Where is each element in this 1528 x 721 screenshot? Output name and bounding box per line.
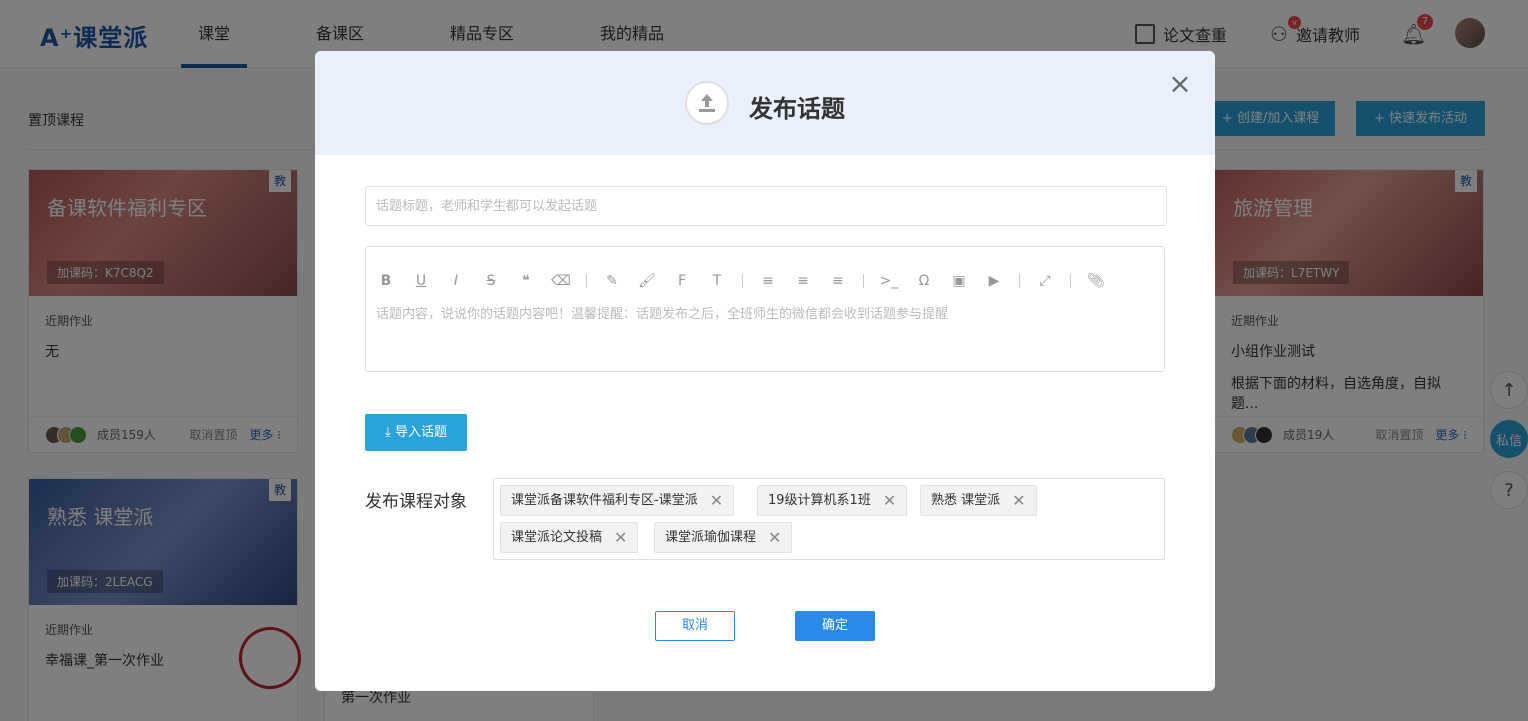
upload-icon <box>685 81 729 125</box>
chip-label: 熟悉 课堂派 <box>931 493 1001 508</box>
close-icon[interactable]: ✕ <box>883 486 896 515</box>
target-chip: 课堂派论文投稿 ✕ <box>500 522 639 553</box>
eraser-icon[interactable]: ⌫ <box>551 271 571 291</box>
chip-label: 课堂派备课软件福利专区-课堂派 <box>511 493 698 508</box>
close-icon[interactable]: ✕ <box>768 523 781 552</box>
target-chip: 课堂派瑜伽课程 ✕ <box>654 522 793 553</box>
align-left-icon[interactable]: ≡ <box>758 271 778 291</box>
target-chip: 熟悉 课堂派 ✕ <box>920 485 1037 516</box>
toolbar-separator <box>742 274 743 288</box>
image-icon[interactable]: ▣ <box>949 271 969 291</box>
quote-icon[interactable]: ❝ <box>516 271 536 291</box>
brush-icon[interactable]: 🖌︎ <box>637 271 657 291</box>
close-icon[interactable]: ✕ <box>1012 486 1025 515</box>
target-chip: 19级计算机系1班 ✕ <box>757 485 908 516</box>
publish-target-label: 发布课程对象 <box>365 492 467 512</box>
topic-title-input[interactable]: 话题标题，老师和学生都可以发起话题 <box>365 186 1167 226</box>
confirm-button[interactable]: 确定 <box>795 611 875 641</box>
align-right-icon[interactable]: ≡ <box>828 271 848 291</box>
close-icon[interactable]: ✕ <box>710 486 723 515</box>
publish-topic-modal: 发布话题 × 话题标题，老师和学生都可以发起话题 B U I S ❝ ⌫ ✎ 🖌… <box>315 51 1215 691</box>
chip-label: 课堂派瑜伽课程 <box>665 530 757 545</box>
toolbar-separator <box>1070 274 1071 288</box>
import-topic-button[interactable]: ⤓ 导入话题 <box>365 414 467 451</box>
code-icon[interactable]: >_ <box>879 271 899 291</box>
strikethrough-icon[interactable]: S <box>481 271 501 291</box>
download-icon: ⤓ <box>385 425 391 440</box>
toolbar-separator <box>586 274 587 288</box>
cancel-button[interactable]: 取消 <box>655 611 735 641</box>
editor-toolbar: B U I S ❝ ⌫ ✎ 🖌︎ F T ≡ ≡ ≡ >_ Ω ▣ ▶ ⤢ 📎︎ <box>376 271 1121 291</box>
chip-label: 课堂派论文投稿 <box>511 530 603 545</box>
topic-content-editor[interactable]: B U I S ❝ ⌫ ✎ 🖌︎ F T ≡ ≡ ≡ >_ Ω ▣ ▶ ⤢ 📎︎… <box>365 246 1165 372</box>
fullscreen-icon[interactable]: ⤢ <box>1035 271 1055 291</box>
close-icon[interactable]: ✕ <box>614 523 627 552</box>
modal-title: 发布话题 <box>749 95 845 123</box>
font-size-icon[interactable]: T <box>707 271 727 291</box>
chip-label: 19级计算机系1班 <box>768 493 871 508</box>
content-placeholder: 话题内容，说说你的话题内容吧！温馨提醒：话题发布之后，全班师生的微信都会收到话题… <box>376 307 949 322</box>
close-icon[interactable]: × <box>1165 69 1195 99</box>
target-chip: 课堂派备课软件福利专区-课堂派 ✕ <box>500 485 735 516</box>
pen-icon[interactable]: ✎ <box>602 271 622 291</box>
video-icon[interactable]: ▶ <box>984 271 1004 291</box>
publish-target-select[interactable]: 课堂派备课软件福利专区-课堂派 ✕ 19级计算机系1班 ✕ 熟悉 课堂派 ✕ 课… <box>493 478 1165 560</box>
bold-icon[interactable]: B <box>376 271 396 291</box>
align-center-icon[interactable]: ≡ <box>793 271 813 291</box>
modal-header: 发布话题 × <box>315 51 1215 155</box>
attachment-icon[interactable]: 📎︎ <box>1086 271 1106 291</box>
toolbar-separator <box>863 274 864 288</box>
import-topic-label: 导入话题 <box>394 425 447 440</box>
omega-icon[interactable]: Ω <box>914 271 934 291</box>
font-icon[interactable]: F <box>672 271 692 291</box>
underline-icon[interactable]: U <box>411 271 431 291</box>
toolbar-separator <box>1019 274 1020 288</box>
italic-icon[interactable]: I <box>446 271 466 291</box>
